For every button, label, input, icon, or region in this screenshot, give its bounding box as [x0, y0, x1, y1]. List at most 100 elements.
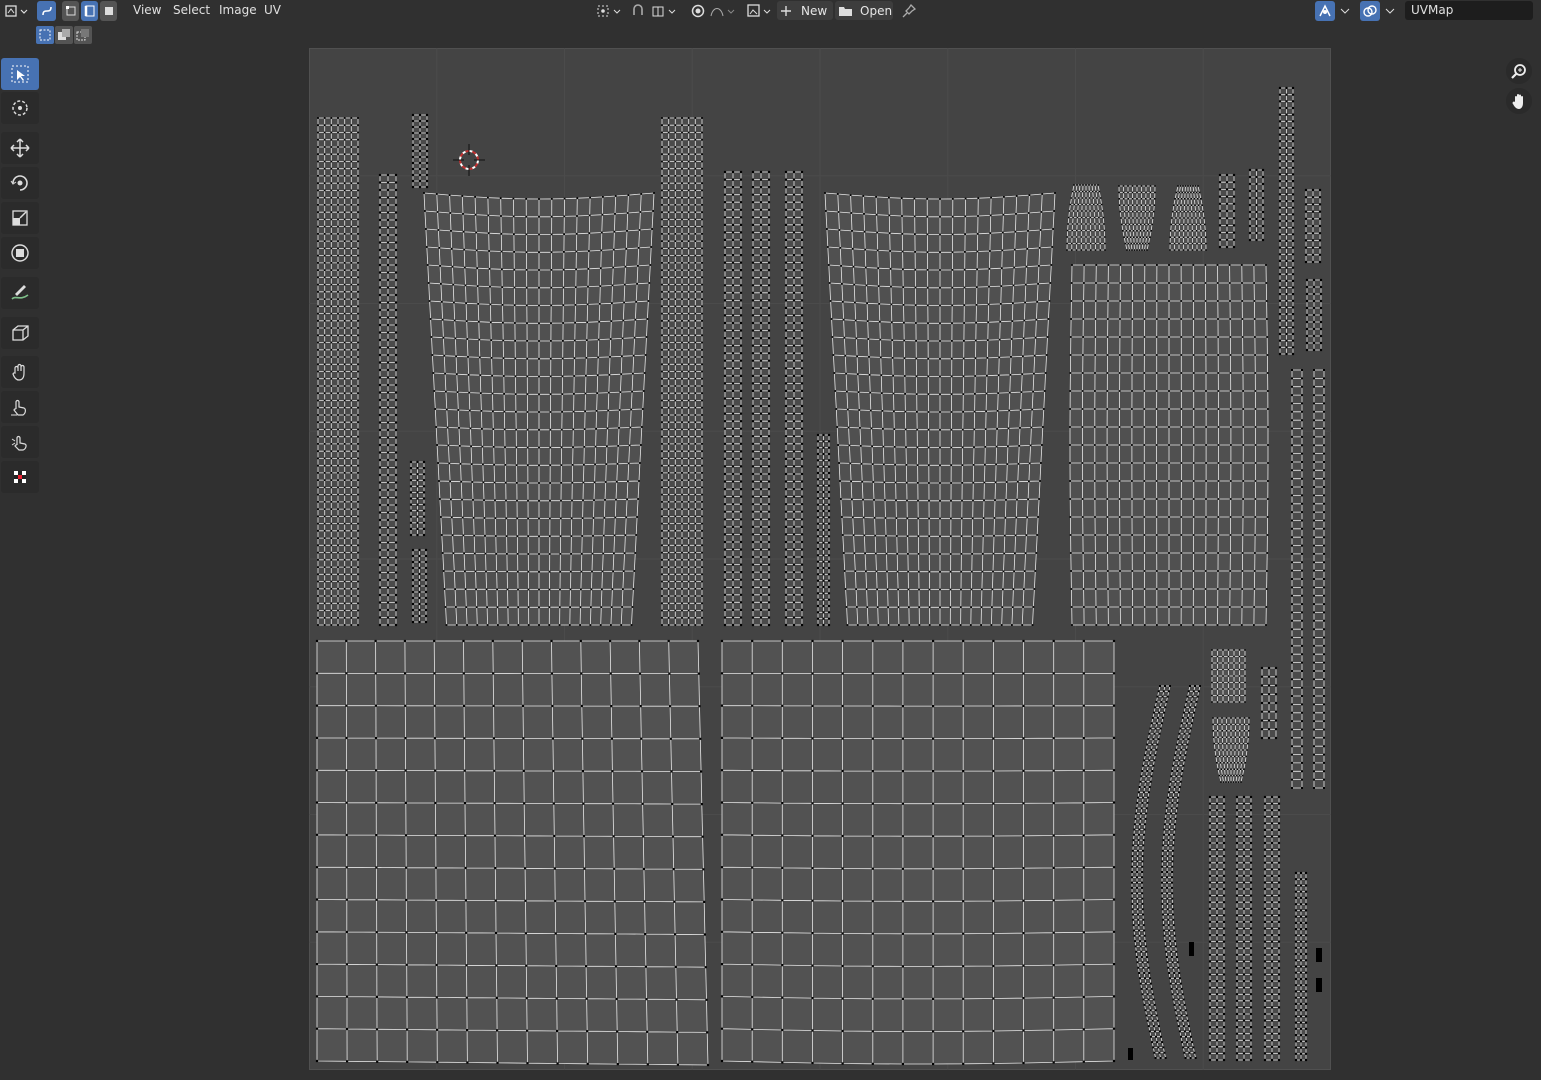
uv-island-strip-14 — [1304, 188, 1322, 264]
open-image-label: Open — [860, 3, 893, 18]
tool-pinch[interactable] — [1, 426, 39, 458]
face-select-mode[interactable] — [100, 1, 117, 21]
menu-image[interactable]: Image — [219, 3, 257, 17]
gizmo-icon — [1319, 4, 1331, 17]
uv-island-small-4 — [1316, 978, 1322, 992]
uv-island-small-1 — [1128, 1048, 1133, 1060]
select-subtract-icon — [76, 29, 89, 41]
uv-island-pocket-4 — [1211, 649, 1246, 703]
uv-island-strip-8 — [411, 113, 429, 189]
proportional-icon — [691, 4, 735, 18]
sample-icon — [14, 471, 26, 483]
menu-uv[interactable]: UV — [264, 3, 281, 17]
pin-button[interactable] — [898, 1, 920, 21]
uv-island-pocket-1 — [1066, 184, 1106, 251]
pan-icon — [1512, 94, 1523, 109]
uv-island-strip-19 — [1235, 795, 1253, 1062]
uv-island-strip-6 — [784, 170, 804, 627]
uv-island-strip-20 — [1263, 795, 1281, 1062]
move-icon — [10, 138, 30, 158]
select-new-mode[interactable] — [36, 26, 54, 44]
tool-relax[interactable] — [1, 391, 39, 423]
uv-island-strip-4 — [723, 170, 743, 627]
uv-island-pocket-5 — [1212, 717, 1250, 783]
zoom-view-button[interactable] — [1506, 58, 1532, 84]
pin-icon — [902, 3, 917, 18]
uv-mesh-view[interactable] — [309, 48, 1331, 1070]
open-image-button[interactable]: Open — [835, 1, 893, 20]
uv-island-strip-15 — [1305, 278, 1323, 352]
new-image-label: New — [801, 3, 828, 18]
uv-island-strip-11 — [1278, 86, 1295, 356]
select-extend-mode[interactable] — [55, 26, 73, 44]
tool-rotate[interactable] — [1, 167, 39, 199]
editor-type-icon — [5, 5, 28, 17]
select-box-icon — [11, 65, 29, 83]
zoom-icon — [1511, 64, 1526, 79]
new-icon — [781, 5, 791, 16]
tool-transform[interactable] — [1, 237, 39, 269]
face-select-icon — [104, 7, 113, 15]
uv-island-panel-right — [720, 639, 1116, 1066]
menu-select[interactable]: Select — [173, 3, 210, 17]
uv-island-strip-9 — [409, 460, 426, 537]
snap-controls[interactable] — [630, 1, 682, 21]
pan-view-button[interactable] — [1506, 88, 1532, 114]
rip-icon — [12, 325, 29, 341]
folder-icon — [839, 6, 852, 16]
overlay-icon — [1363, 5, 1377, 17]
cursor-icon — [12, 100, 28, 116]
proportional-editing[interactable] — [688, 1, 738, 21]
image-browse-icon — [747, 4, 771, 17]
uv-island-strip-1 — [317, 117, 359, 626]
tool-annotate[interactable] — [1, 277, 39, 309]
tool-select-box[interactable] — [1, 58, 39, 90]
vertex-select-mode[interactable] — [62, 1, 79, 21]
gizmo-toggle[interactable] — [1315, 1, 1335, 21]
vertex-select-icon — [65, 6, 75, 16]
edge-select-mode[interactable] — [81, 1, 98, 21]
browse-image-dropdown[interactable] — [744, 1, 774, 21]
uv-island-pocket-2 — [1118, 185, 1156, 251]
uv-island-strip-12 — [1218, 173, 1236, 249]
uv-map-field[interactable]: UVMap — [1405, 1, 1533, 20]
overlay-dropdown[interactable] — [1382, 1, 1398, 21]
grab-icon — [12, 363, 25, 381]
transform-icon — [11, 244, 29, 262]
uv-sync-toggle[interactable] — [37, 1, 56, 21]
tool-move[interactable] — [1, 132, 39, 164]
select-mode-buttons — [36, 26, 92, 46]
overlay-toggle[interactable] — [1360, 1, 1380, 21]
scale-icon — [12, 210, 28, 226]
snap-icon — [633, 4, 676, 17]
uv-island-back-panel — [1069, 264, 1269, 626]
edge-select-icon — [84, 5, 94, 17]
new-image-button[interactable]: New — [777, 1, 833, 20]
tool-rip-region[interactable] — [1, 317, 39, 349]
uv-island-strip-18 — [1208, 795, 1226, 1062]
select-subtract-mode[interactable] — [74, 26, 92, 44]
uv-island-pocket-3 — [1169, 185, 1207, 251]
tool-shelf — [0, 56, 42, 496]
tool-sample[interactable] — [1, 461, 39, 493]
rotate-icon — [10, 175, 28, 191]
uv-island-strip-17 — [1313, 369, 1325, 789]
select-new-icon — [39, 29, 51, 41]
gizmo-dropdown[interactable] — [1337, 1, 1353, 21]
menu-view[interactable]: View — [133, 3, 161, 17]
uv-island-strip-5 — [751, 170, 771, 627]
editor-type-button[interactable] — [3, 1, 31, 21]
uv-island-strip-13 — [1248, 168, 1265, 242]
uv-island-strip-21 — [1294, 871, 1308, 1062]
pivot-point-dropdown[interactable] — [594, 1, 624, 21]
annotate-icon — [11, 285, 29, 300]
uv-island-small-2 — [1189, 942, 1194, 956]
uv-2d-cursor — [453, 144, 485, 176]
tool-scale[interactable] — [1, 202, 39, 234]
tool-grab[interactable] — [1, 356, 39, 388]
uv-island-strip-2 — [661, 117, 703, 626]
uv-island-small-3 — [1316, 948, 1322, 962]
uv-island-strip-3 — [378, 173, 398, 627]
uv-sync-icon — [41, 6, 52, 16]
tool-cursor[interactable] — [1, 92, 39, 124]
